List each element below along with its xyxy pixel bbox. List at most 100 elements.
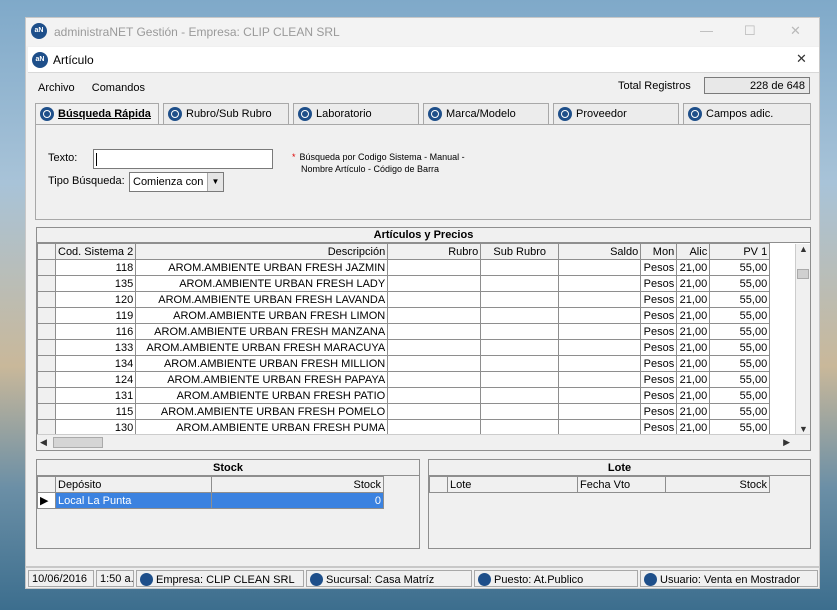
grid-col-3[interactable]: Sub Rubro bbox=[480, 243, 560, 260]
close-icon[interactable]: ✕ bbox=[790, 23, 801, 39]
grid-cell[interactable]: Pesos bbox=[640, 291, 678, 308]
grid-col-7[interactable]: PV 1 bbox=[709, 243, 771, 260]
grid-cell[interactable] bbox=[558, 371, 642, 388]
grid-cell[interactable] bbox=[480, 355, 560, 372]
table-row[interactable]: 134 AROM.AMBIENTE URBAN FRESH MILLION Peso… bbox=[37, 355, 771, 372]
grid-cell[interactable] bbox=[387, 355, 482, 372]
stock-value-cell[interactable]: 0 bbox=[211, 492, 384, 509]
grid-cell[interactable]: 21,00 bbox=[676, 307, 711, 324]
grid-cell[interactable]: AROM.AMBIENTE URBAN FRESH PATIO bbox=[135, 387, 389, 404]
grid-cell[interactable] bbox=[558, 291, 642, 308]
grid-cell[interactable]: 118 bbox=[54, 259, 137, 276]
tab-proveedor[interactable]: Proveedor bbox=[553, 103, 679, 125]
grid-cell[interactable] bbox=[558, 339, 642, 356]
grid-cell[interactable]: Pesos bbox=[640, 355, 678, 372]
tipo-busqueda-select[interactable]: Comienza con ▼ bbox=[129, 172, 224, 192]
grid-cell[interactable]: 55,00 bbox=[709, 291, 771, 308]
lote-col-stock[interactable]: Stock bbox=[665, 476, 770, 493]
grid-vertical-scrollbar[interactable]: ▲ ▼ bbox=[795, 244, 810, 434]
stock-col-deposito[interactable]: Depósito bbox=[55, 476, 212, 493]
scroll-left-icon[interactable]: ◀ bbox=[40, 437, 47, 448]
grid-cell[interactable]: 133 bbox=[54, 339, 137, 356]
grid-cell[interactable]: 124 bbox=[54, 371, 137, 388]
scroll-up-icon[interactable]: ▲ bbox=[799, 244, 808, 254]
grid-cell[interactable]: 55,00 bbox=[709, 339, 771, 356]
grid-cell[interactable]: 116 bbox=[54, 323, 137, 340]
grid-cell[interactable] bbox=[480, 371, 560, 388]
grid-cell[interactable]: AROM.AMBIENTE URBAN FRESH LADY bbox=[135, 275, 389, 292]
grid-cell[interactable]: AROM.AMBIENTE URBAN FRESH LAVANDA bbox=[135, 291, 389, 308]
table-row[interactable]: 119 AROM.AMBIENTE URBAN FRESH LIMON Pesos 2… bbox=[37, 307, 771, 324]
grid-col-5[interactable]: Mon bbox=[640, 243, 678, 260]
grid-cell[interactable] bbox=[558, 275, 642, 292]
grid-cell[interactable]: 115 bbox=[54, 403, 137, 420]
table-row[interactable]: 135 AROM.AMBIENTE URBAN FRESH LADY Pesos 21… bbox=[37, 275, 771, 292]
grid-cell[interactable]: AROM.AMBIENTE URBAN FRESH MANZANA bbox=[135, 323, 389, 340]
grid-cell[interactable]: AROM.AMBIENTE URBAN FRESH POMELO bbox=[135, 403, 389, 420]
grid-cell[interactable] bbox=[480, 275, 560, 292]
grid-cell[interactable] bbox=[558, 403, 642, 420]
table-row[interactable]: 131 AROM.AMBIENTE URBAN FRESH PATIO Pesos 2… bbox=[37, 387, 771, 404]
grid-cell[interactable]: 21,00 bbox=[676, 387, 711, 404]
grid-cell[interactable] bbox=[387, 259, 482, 276]
grid-cell[interactable]: 21,00 bbox=[676, 275, 711, 292]
grid-cell[interactable]: 55,00 bbox=[709, 323, 771, 340]
grid-cell[interactable] bbox=[387, 307, 482, 324]
table-row[interactable]: 118 AROM.AMBIENTE URBAN FRESH JAZMIN Pesos… bbox=[37, 259, 771, 276]
grid-cell[interactable] bbox=[558, 355, 642, 372]
grid-cell[interactable]: 120 bbox=[54, 291, 137, 308]
grid-cell[interactable] bbox=[387, 371, 482, 388]
grid-cell[interactable]: 21,00 bbox=[676, 339, 711, 356]
texto-input[interactable] bbox=[93, 149, 273, 169]
grid-cell[interactable]: Pesos bbox=[640, 371, 678, 388]
stock-deposito-cell[interactable]: Local La Punta bbox=[55, 492, 212, 509]
grid-cell[interactable]: Pesos bbox=[640, 339, 678, 356]
grid-cell[interactable] bbox=[387, 291, 482, 308]
grid-cell[interactable]: AROM.AMBIENTE URBAN FRESH MILLION bbox=[135, 355, 389, 372]
grid-cell[interactable]: 21,00 bbox=[676, 403, 711, 420]
grid-cell[interactable]: 55,00 bbox=[709, 259, 771, 276]
grid-cell[interactable]: 55,00 bbox=[709, 275, 771, 292]
grid-cell[interactable]: 55,00 bbox=[709, 371, 771, 388]
grid-cell[interactable]: 21,00 bbox=[676, 323, 711, 340]
table-row[interactable]: 124 AROM.AMBIENTE URBAN FRESH PAPAYA Pesos… bbox=[37, 371, 771, 388]
grid-cell[interactable] bbox=[387, 387, 482, 404]
grid-cell[interactable]: 55,00 bbox=[709, 307, 771, 324]
grid-cell[interactable] bbox=[387, 403, 482, 420]
table-row[interactable]: 120 AROM.AMBIENTE URBAN FRESH LAVANDA Peso… bbox=[37, 291, 771, 308]
table-row[interactable]: 116 AROM.AMBIENTE URBAN FRESH MANZANA Peso… bbox=[37, 323, 771, 340]
grid-cell[interactable] bbox=[387, 323, 482, 340]
stock-row[interactable]: ▶ Local La Punta 0 bbox=[37, 492, 384, 509]
grid-cell[interactable] bbox=[480, 323, 560, 340]
grid-col-4[interactable]: Saldo bbox=[558, 243, 642, 260]
grid-cell[interactable] bbox=[480, 387, 560, 404]
grid-cell[interactable] bbox=[387, 275, 482, 292]
grid-cell[interactable]: 135 bbox=[54, 275, 137, 292]
lote-col-lote[interactable]: Lote bbox=[447, 476, 578, 493]
grid-cell[interactable]: Pesos bbox=[640, 403, 678, 420]
tab-marca-modelo[interactable]: Marca/Modelo bbox=[423, 103, 549, 125]
lote-col-fecha-vto[interactable]: Fecha Vto bbox=[577, 476, 666, 493]
grid-cell[interactable]: AROM.AMBIENTE URBAN FRESH PAPAYA bbox=[135, 371, 389, 388]
grid-cell[interactable]: Pesos bbox=[640, 323, 678, 340]
chevron-down-icon[interactable]: ▼ bbox=[207, 173, 223, 191]
grid-cell[interactable] bbox=[480, 339, 560, 356]
grid-cell[interactable]: 55,00 bbox=[709, 403, 771, 420]
grid-cell[interactable] bbox=[480, 403, 560, 420]
grid-cell[interactable] bbox=[480, 307, 560, 324]
grid-cell[interactable] bbox=[558, 307, 642, 324]
grid-cell[interactable]: 21,00 bbox=[676, 291, 711, 308]
grid-cell[interactable]: 55,00 bbox=[709, 387, 771, 404]
grid-cell[interactable]: AROM.AMBIENTE URBAN FRESH JAZMIN bbox=[135, 259, 389, 276]
articulo-close-icon[interactable]: ✕ bbox=[796, 51, 807, 67]
grid-cell[interactable]: Pesos bbox=[640, 259, 678, 276]
grid-cell[interactable] bbox=[558, 387, 642, 404]
grid-cell[interactable]: Pesos bbox=[640, 387, 678, 404]
scroll-down-icon[interactable]: ▼ bbox=[799, 424, 808, 434]
grid-col-2[interactable]: Rubro bbox=[387, 243, 482, 260]
scroll-right-icon[interactable]: ▶ bbox=[783, 437, 790, 448]
grid-cell[interactable] bbox=[558, 323, 642, 340]
grid-cell[interactable]: 134 bbox=[54, 355, 137, 372]
grid-cell[interactable] bbox=[387, 339, 482, 356]
tab-rubro-sub-rubro[interactable]: Rubro/Sub Rubro bbox=[163, 103, 289, 125]
